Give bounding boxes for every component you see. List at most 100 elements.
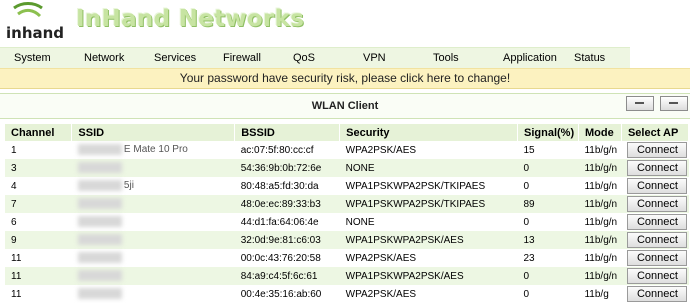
cell-select: Connect [621,195,689,213]
table-header-row: Channel SSID BSSID Security Signal(%) Mo… [5,124,690,141]
table-row: 9 32:0d:9e:81:c6:03 WPA1PSKWPA2PSK/AES 1… [5,231,689,249]
cell-ssid [71,159,235,177]
cell-security: WPA1PSKWPA2PSK/AES [339,267,518,285]
connect-button[interactable]: Connect [627,286,688,302]
cell-signal: 0 [523,216,530,228]
cell-signal: 15 [523,144,535,156]
nav-status[interactable]: Status [574,52,605,64]
wlan-client-panel: WLAN Client Channel SSID BSSID Security … [0,93,690,303]
cell-bssid: 54:36:9b:0b:72:6e [234,159,340,177]
col-select-ap: Select AP [621,124,690,141]
cell-channel: 3 [5,159,72,177]
table-row: 1 E Mate 10 Pro ac:07:5f:80:cc:cf WPA2PS… [5,141,689,159]
restore-button[interactable] [660,96,688,111]
cell-bssid: 48:0e:ec:89:33:b3 [234,195,340,213]
cell-mode: 11b/g/n [578,195,622,213]
connect-button[interactable]: Connect [627,196,688,212]
minimize-button[interactable] [626,96,654,111]
cell-ssid [71,267,235,285]
cell-security: WPA1PSKWPA2PSK/AES [339,231,518,249]
cell-mode: 11b/g/n [584,252,618,264]
connect-button[interactable]: Connect [627,178,688,194]
cell-ssid [72,213,235,231]
cell-select: Connect [621,141,688,159]
cell-security: WPA2PSK/AES [345,252,417,264]
table-row: 11 00:0c:43:76:20:58 WPA2PSK/AES 23 11b/… [5,249,689,267]
cell-bssid: 32:0d:9e:81:c6:03 [234,231,340,249]
connect-button[interactable]: Connect [627,250,688,266]
nav-vpn[interactable]: VPN [363,52,386,64]
nav-firewall[interactable]: Firewall [223,52,261,64]
ssid-redaction [77,252,122,264]
cell-select: Connect [621,249,688,267]
ssid-redaction [77,270,122,282]
cell-ssid [72,249,235,267]
logo-text: inhand [6,24,64,42]
table-row: 4 5ji 80:48:a5:fd:30:da WPA1PSKWPA2PSK/T… [5,177,689,195]
cell-bssid: 44:d1:fa:64:06:4e [240,216,319,228]
cell-select: Connect [621,159,689,177]
col-mode: Mode [578,124,622,141]
cell-security: WPA1PSKWPA2PSK/TKIPAES [339,195,518,213]
cell-ssid [72,285,235,303]
cell-channel: 9 [5,231,72,249]
table-row: 11 00:4e:35:16:ab:60 WPA2PSK/AES 0 11b/g… [5,285,689,303]
cell-signal: 0 [523,288,530,300]
cell-ssid: 5ji [72,177,235,195]
connect-button[interactable]: Connect [627,160,688,176]
cell-security: WPA2PSK/AES [345,288,417,300]
cell-channel: 11 [11,252,22,264]
ssid-redaction [77,180,122,192]
connect-button[interactable]: Connect [627,214,688,230]
panel-window-controls [620,96,688,111]
ssid-redaction [77,288,122,300]
table-row: 6 44:d1:fa:64:06:4e NONE 0 11b/g/n Conne… [5,213,689,231]
nav-system[interactable]: System [14,52,51,64]
nav-services[interactable]: Services [154,52,196,64]
minimize-icon [635,102,644,104]
cell-select: Connect [621,231,689,249]
cell-signal: 0 [517,159,579,177]
cell-signal: 23 [523,252,535,264]
main-nav: System Network Services Firewall QoS VPN… [0,47,630,69]
cell-channel: 6 [11,216,17,228]
cell-mode: 11b/g/n [578,267,622,285]
col-signal: Signal(%) [517,124,579,141]
password-risk-notice[interactable]: Your password have security risk, please… [0,68,690,89]
cell-mode: 11b/g/n [578,159,622,177]
cell-mode: 11b/g/n [584,180,618,192]
col-bssid: BSSID [234,124,341,141]
connect-button[interactable]: Connect [627,142,688,158]
cell-security: WPA2PSK/AES [345,144,417,156]
cell-select: Connect [621,267,689,285]
cell-channel: 1 [11,144,17,156]
inhand-logo-icon: inhand [6,2,64,42]
cell-bssid: 84:a9:c4:5f:6c:61 [234,267,340,285]
connect-button[interactable]: Connect [627,268,688,284]
cell-mode: 11b/g/n [578,231,622,249]
restore-icon [669,102,678,104]
nav-tools[interactable]: Tools [433,52,459,64]
cell-signal: 13 [517,231,579,249]
cell-channel: 11 [11,288,22,300]
ssid-redaction [77,144,122,156]
ssid-redaction [77,198,122,210]
ssid-redaction [77,216,122,228]
nav-network[interactable]: Network [84,52,124,64]
col-channel: Channel [5,124,73,141]
cell-ssid [71,231,235,249]
cell-bssid: 80:48:a5:fd:30:da [240,180,319,192]
cell-ssid: E Mate 10 Pro [72,141,235,159]
ssid-redaction [77,234,122,246]
cell-select: Connect [621,177,688,195]
cell-select: Connect [621,213,688,231]
nav-qos[interactable]: QoS [293,52,315,64]
brand-title: InHand Networks [76,6,305,32]
cell-signal: 89 [517,195,579,213]
cell-mode: 11b/g/n [584,216,618,228]
cell-security: WPA1PSKWPA2PSK/TKIPAES [345,180,486,192]
connect-button[interactable]: Connect [627,232,688,248]
cell-mode: 11b/g/n [584,144,618,156]
cell-ssid [71,195,235,213]
nav-application[interactable]: Application [503,52,557,64]
